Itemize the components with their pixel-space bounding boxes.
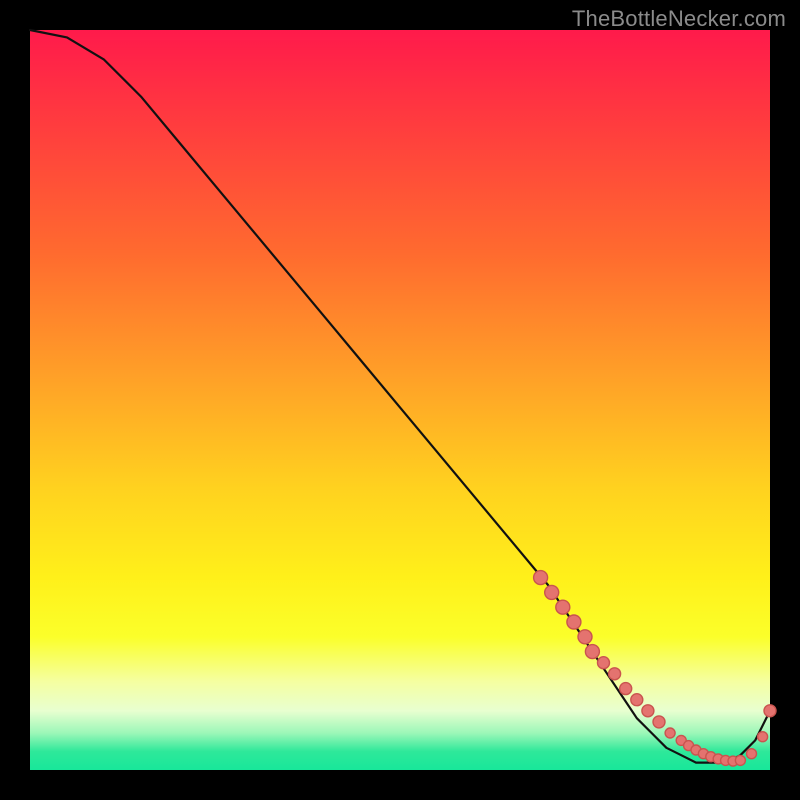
highlight-dot <box>642 705 654 717</box>
highlight-dot <box>567 615 581 629</box>
chart-stage: TheBottleNecker.com <box>0 0 800 800</box>
highlight-dot <box>598 657 610 669</box>
highlight-dot <box>545 585 559 599</box>
highlight-dot <box>556 600 570 614</box>
highlight-dot <box>585 645 599 659</box>
highlight-dot <box>747 749 757 759</box>
highlight-dot <box>764 705 776 717</box>
highlight-dot <box>609 668 621 680</box>
highlight-dot <box>620 683 632 695</box>
highlight-dot <box>631 694 643 706</box>
bottleneck-curve <box>30 30 770 763</box>
curve-svg <box>30 30 770 770</box>
plot-area <box>30 30 770 770</box>
highlight-dot <box>758 732 768 742</box>
highlight-dot <box>578 630 592 644</box>
highlight-dot <box>534 571 548 585</box>
highlight-dot <box>653 716 665 728</box>
watermark-text: TheBottleNecker.com <box>572 6 786 32</box>
highlight-dot <box>735 755 745 765</box>
highlight-dot <box>665 728 675 738</box>
